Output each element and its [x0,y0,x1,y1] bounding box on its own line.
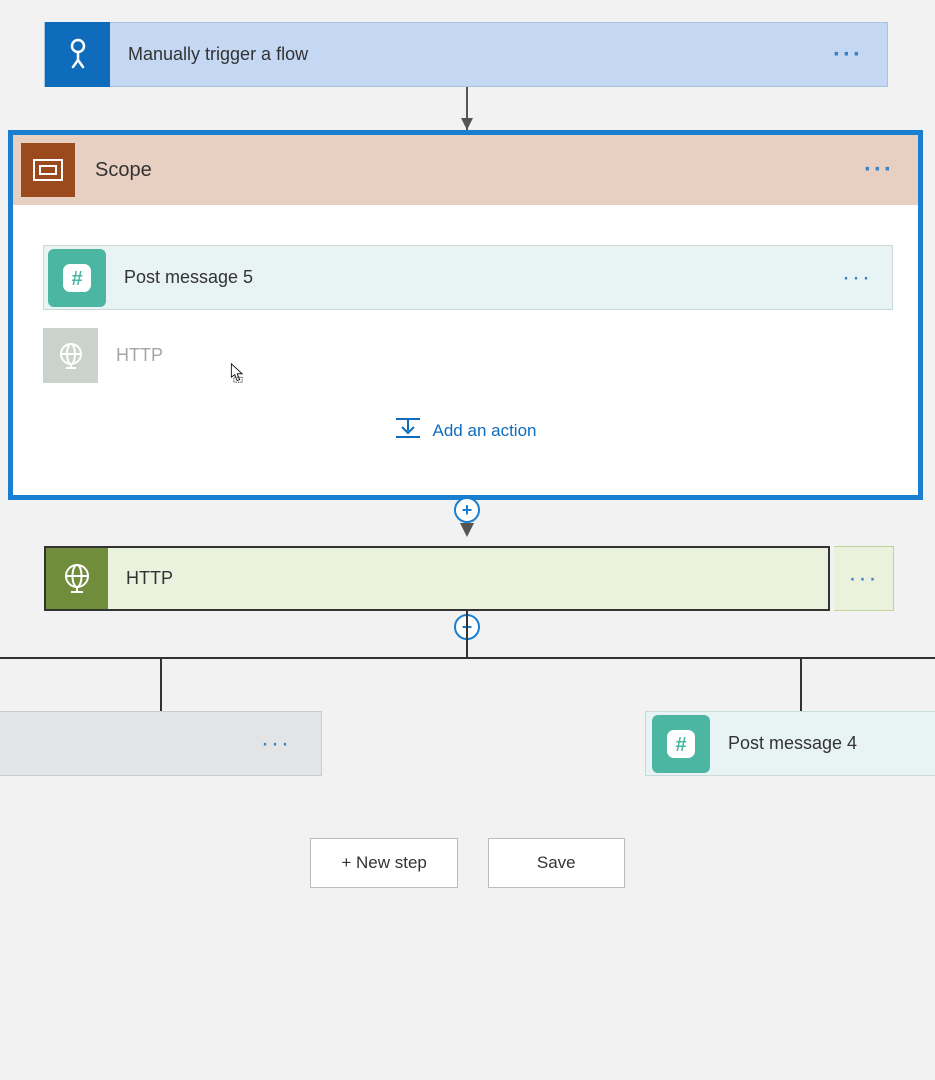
connector-line [466,611,468,657]
http-ghost-title: HTTP [116,345,163,366]
http-card-body[interactable]: HTTP [44,546,830,611]
scope-icon [21,143,75,197]
http-title: HTTP [126,568,173,589]
branch-right-card[interactable]: # Post message 4 [645,711,935,776]
connector-line [160,657,162,712]
globe-icon [43,328,98,383]
trigger-title: Manually trigger a flow [128,44,809,65]
arrowhead-icon [461,118,473,130]
slack-hash-icon: # [48,249,106,307]
post-message-card[interactable]: # Post message 5 ··· [43,245,893,310]
scope-title: Scope [95,159,840,182]
footer-buttons: + New step Save [0,838,935,888]
post-message-menu-icon[interactable]: ··· [822,264,892,292]
globe-icon [46,548,108,609]
manual-trigger-icon [45,22,110,87]
scope-menu-icon[interactable]: ··· [840,156,918,184]
arrowhead-icon [460,523,474,537]
slack-hash-icon: # [652,715,710,773]
post-message-title: Post message 5 [124,267,822,288]
save-button[interactable]: Save [488,838,625,888]
trigger-card[interactable]: Manually trigger a flow ··· [44,22,888,87]
trigger-menu-icon[interactable]: ··· [809,41,887,69]
insert-action-icon [395,417,421,444]
http-card[interactable]: HTTP ··· [44,546,894,611]
branch-left-menu-icon[interactable]: ··· [261,730,291,758]
svg-text:#: # [675,734,686,756]
branch-left-card[interactable]: ··· [0,711,322,776]
new-step-button[interactable]: + New step [310,838,458,888]
add-action-label: Add an action [433,421,537,441]
branch-right-title: Post message 4 [728,733,935,754]
scope-header[interactable]: Scope ··· [13,135,918,205]
svg-text:#: # [71,268,82,290]
scope-container[interactable]: Scope ··· # Post message 5 ··· [8,130,923,500]
add-action-button[interactable]: Add an action [43,417,888,444]
add-step-button[interactable]: + [454,497,480,523]
connector-line [800,657,802,712]
connector-line [0,657,935,659]
http-menu-icon[interactable]: ··· [834,546,894,611]
http-drag-ghost: HTTP [43,328,833,383]
